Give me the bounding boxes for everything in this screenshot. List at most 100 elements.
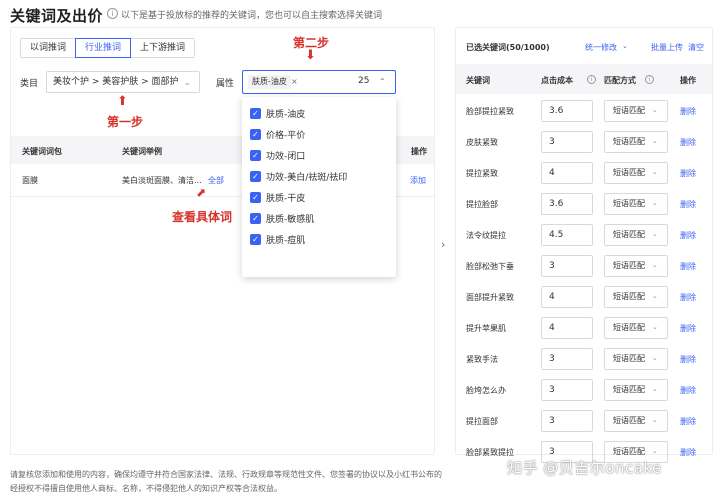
delete-link[interactable]: 删除 — [680, 106, 696, 117]
cost-input[interactable]: 3.6 — [541, 193, 593, 215]
delete-link[interactable]: 删除 — [680, 137, 696, 148]
match-select[interactable]: 短语匹配 — [604, 348, 668, 370]
attribute-count: 25 — [358, 76, 370, 86]
chevron-down-icon: ⌄ — [652, 230, 658, 238]
column-header-package: 关键词词包 — [22, 147, 62, 156]
option-acne-skin[interactable]: ✓ 肤质-痘肌 — [250, 232, 305, 246]
selected-keyword: 法令纹提拉 — [466, 231, 506, 240]
package-name: 面膜 — [22, 176, 38, 185]
clear-link[interactable]: 清空 — [688, 42, 704, 53]
info-icon: i — [587, 75, 596, 84]
chevron-up-icon[interactable]: ⌃ — [379, 77, 386, 86]
category-label: 类目 — [20, 79, 39, 89]
up-arrow-icon: ⬆ — [117, 94, 128, 109]
column-header-action: 操作 — [411, 147, 427, 156]
match-select[interactable]: 短语匹配 — [604, 224, 668, 246]
delete-link[interactable]: 删除 — [680, 323, 696, 334]
info-icon: i — [645, 75, 654, 84]
checkbox-checked-icon[interactable]: ✓ — [250, 149, 261, 161]
chevron-right-icon[interactable]: › — [441, 238, 445, 251]
option-whitening[interactable]: ✓ 功效-美白/祛斑/祛印 — [250, 169, 347, 183]
delete-link[interactable]: 删除 — [680, 261, 696, 272]
checkbox-checked-icon[interactable]: ✓ — [250, 170, 261, 182]
match-select[interactable]: 短语匹配 — [604, 255, 668, 277]
selected-keyword: 紧致手法 — [466, 355, 498, 364]
match-select[interactable]: 短语匹配 — [604, 286, 668, 308]
package-example: 美白淡斑面膜、清洁... — [122, 176, 202, 185]
delete-link[interactable]: 删除 — [680, 230, 696, 241]
column-header-example: 关键词举例 — [122, 147, 162, 156]
checkbox-checked-icon[interactable]: ✓ — [250, 107, 261, 119]
option-sensitive-skin[interactable]: ✓ 肤质-敏感肌 — [250, 211, 314, 225]
match-select[interactable]: 短语匹配 — [604, 193, 668, 215]
cost-input[interactable]: 4 — [541, 286, 593, 308]
selected-count: 已选关键词(50/1000) — [466, 43, 550, 52]
selected-keyword: 提拉紧致 — [466, 169, 498, 178]
cost-input[interactable]: 3.6 — [541, 100, 593, 122]
chevron-down-icon: ⌄ — [652, 292, 658, 300]
attribute-dropdown: ✓ 肤质-油皮 ✓ 价格-平价 ✓ 功效-闭口 ✓ 功效-美白/祛斑/祛印 ✓ 肤质-干皮… — [242, 97, 396, 277]
attribute-tag: 肤质-油皮 — [248, 75, 291, 89]
tab-upstream-downstream[interactable]: 上下游推词 — [130, 38, 196, 58]
cost-input[interactable]: 4 — [541, 162, 593, 184]
match-select[interactable]: 短语匹配 — [604, 379, 668, 401]
chevron-down-icon: ⌄ — [652, 106, 658, 114]
cost-input[interactable]: 4 — [541, 317, 593, 339]
chevron-down-icon: ⌄ — [652, 416, 658, 424]
column-header-cost: 点击成本 — [541, 76, 573, 85]
chevron-down-icon: ⌄ — [652, 168, 658, 176]
selected-table-header — [456, 64, 712, 94]
delete-link[interactable]: 删除 — [680, 354, 696, 365]
cost-input[interactable]: 3 — [541, 131, 593, 153]
info-icon: i — [107, 8, 118, 19]
cost-input[interactable]: 3 — [541, 255, 593, 277]
recommend-tabs: 以词推词 行业推词 上下游推词 — [20, 38, 196, 58]
delete-link[interactable]: 删除 — [680, 416, 696, 427]
delete-link[interactable]: 删除 — [680, 385, 696, 396]
tag-close-icon[interactable]: × — [291, 77, 298, 86]
checkbox-checked-icon[interactable]: ✓ — [250, 128, 261, 140]
match-select[interactable]: 短语匹配 — [604, 317, 668, 339]
chevron-down-icon: ⌄ — [652, 323, 658, 331]
cost-input[interactable]: 3 — [541, 348, 593, 370]
cost-input[interactable]: 3 — [541, 379, 593, 401]
cost-input[interactable]: 3 — [541, 410, 593, 432]
option-closed-comedones[interactable]: ✓ 功效-闭口 — [250, 148, 305, 162]
selected-keyword: 脸部松弛下垂 — [466, 262, 514, 271]
checkbox-checked-icon[interactable]: ✓ — [250, 233, 261, 245]
option-dry-skin[interactable]: ✓ 肤质-干皮 — [250, 190, 305, 204]
cost-input[interactable]: 4.5 — [541, 224, 593, 246]
delete-link[interactable]: 删除 — [680, 447, 696, 458]
tab-word-to-word[interactable]: 以词推词 — [20, 38, 77, 58]
match-select[interactable]: 短语匹配 — [604, 162, 668, 184]
view-detail-annotation: 查看具体词 — [172, 210, 233, 224]
chevron-down-icon[interactable]: ⌄ — [622, 42, 628, 50]
bulk-edit-link[interactable]: 统一修改 — [585, 42, 617, 53]
delete-link[interactable]: 删除 — [680, 199, 696, 210]
column-header-keyword: 关键词 — [466, 76, 490, 85]
selected-keyword: 脸部提拉紧致 — [466, 107, 514, 116]
chevron-down-icon: ⌄ — [652, 261, 658, 269]
step1-annotation: 第一步 — [107, 115, 144, 129]
add-package-link[interactable]: 添加 — [410, 175, 426, 186]
chevron-down-icon: ⌄ — [652, 385, 658, 393]
delete-link[interactable]: 删除 — [680, 168, 696, 179]
option-oily-skin[interactable]: ✓ 肤质-油皮 — [250, 106, 305, 120]
checkbox-checked-icon[interactable]: ✓ — [250, 191, 261, 203]
option-affordable[interactable]: ✓ 价格-平价 — [250, 127, 305, 141]
category-select[interactable]: 美妆个护 > 美容护肤 > 面部护理 — [46, 71, 200, 93]
match-select[interactable]: 短语匹配 — [604, 131, 668, 153]
tab-industry[interactable]: 行业推词 — [75, 38, 132, 58]
match-select[interactable]: 短语匹配 — [604, 410, 668, 432]
down-arrow-icon: ⬇ — [305, 48, 316, 63]
page-title: 关键词及出价 — [10, 7, 104, 25]
chevron-down-icon: ⌄ — [184, 78, 191, 87]
chevron-down-icon: ⌄ — [652, 354, 658, 362]
delete-link[interactable]: 删除 — [680, 292, 696, 303]
bulk-upload-link[interactable]: 批量上传 — [651, 42, 683, 53]
match-select[interactable]: 短语匹配 — [604, 100, 668, 122]
checkbox-checked-icon[interactable]: ✓ — [250, 212, 261, 224]
column-header-operation: 操作 — [680, 76, 696, 85]
view-all-link[interactable]: 全部 — [208, 175, 224, 186]
selected-keyword: 脸垮怎么办 — [466, 386, 506, 395]
